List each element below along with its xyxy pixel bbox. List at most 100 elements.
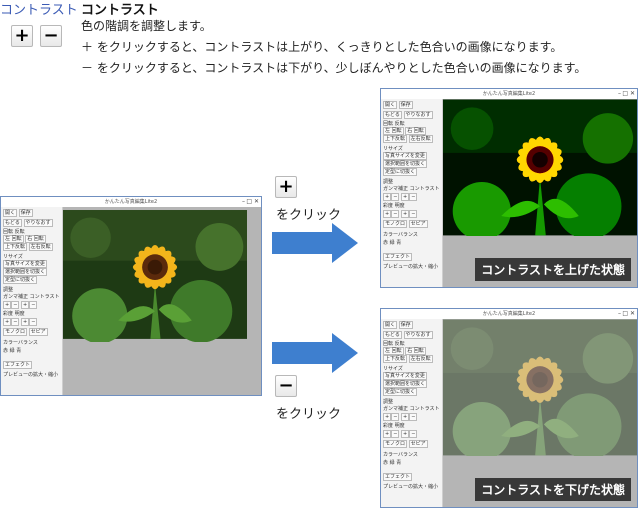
rotate-header: 回転 反転 bbox=[383, 121, 405, 127]
rotate-left-button[interactable]: 左 回転 bbox=[3, 235, 24, 243]
minimize-icon[interactable]: – bbox=[618, 90, 621, 98]
sat-minus-button[interactable]: − bbox=[11, 318, 20, 326]
rotate-left-button[interactable]: 左 回転 bbox=[383, 347, 404, 355]
flip-v-button[interactable]: 上下反転 bbox=[383, 355, 408, 363]
rotate-left-button[interactable]: 左 回転 bbox=[383, 127, 404, 135]
effect-button[interactable]: エフェクト bbox=[383, 473, 413, 481]
sat-plus-button[interactable]: + bbox=[3, 318, 12, 326]
caption-contrast-down: コントラストを下げた状態 bbox=[475, 478, 631, 501]
resize-button[interactable]: 写真サイズを変更 bbox=[3, 260, 47, 268]
close-icon[interactable]: ✕ bbox=[630, 310, 635, 318]
sat-plus-button[interactable]: + bbox=[383, 430, 392, 438]
sat-plus-button[interactable]: + bbox=[383, 210, 392, 218]
blue-label: 青 bbox=[396, 460, 402, 466]
mono-button[interactable]: モノクロ bbox=[383, 440, 408, 448]
bright-plus-button[interactable]: + bbox=[401, 210, 410, 218]
redo-button[interactable]: やりなおす bbox=[403, 111, 433, 119]
close-icon[interactable]: ✕ bbox=[630, 90, 635, 98]
flip-h-button[interactable]: 左右反転 bbox=[408, 355, 433, 363]
preview-zoom-label: プレビューの拡大・縮小 bbox=[383, 264, 439, 270]
gamma-minus-button[interactable]: − bbox=[391, 193, 400, 201]
effect-button[interactable]: エフェクト bbox=[3, 361, 33, 369]
save-button[interactable]: 保存 bbox=[18, 209, 33, 217]
rotate-right-button[interactable]: 右 回転 bbox=[405, 127, 426, 135]
image-area[interactable]: コントラストを上げた状態 bbox=[443, 99, 637, 287]
rotate-right-button[interactable]: 右 回転 bbox=[405, 347, 426, 355]
sepia-button[interactable]: セピア bbox=[408, 220, 428, 228]
description-line-1: 色の階調を調整します。 bbox=[81, 19, 212, 33]
effect-button[interactable]: エフェクト bbox=[383, 253, 413, 261]
open-button[interactable]: 開く bbox=[383, 101, 398, 109]
back-button[interactable]: もどる bbox=[3, 219, 22, 227]
open-button[interactable]: 開く bbox=[383, 321, 398, 329]
redo-button[interactable]: やりなおす bbox=[23, 219, 53, 227]
flip-h-button[interactable]: 左右反転 bbox=[408, 135, 433, 143]
resize-header: リサイズ bbox=[383, 146, 403, 152]
gamma-plus-button[interactable]: + bbox=[383, 193, 392, 201]
minus-button[interactable]: − bbox=[40, 25, 62, 47]
maximize-icon[interactable]: □ bbox=[622, 310, 628, 318]
preview-zoom-label: プレビューの拡大・縮小 bbox=[3, 372, 59, 378]
sat-minus-button[interactable]: − bbox=[391, 210, 400, 218]
gamma-plus-button[interactable]: + bbox=[3, 301, 12, 309]
flip-v-button[interactable]: 上下反転 bbox=[383, 135, 408, 143]
minimize-icon[interactable]: – bbox=[618, 310, 621, 318]
arrow-right-icon bbox=[332, 333, 358, 373]
flip-v-button[interactable]: 上下反転 bbox=[3, 243, 28, 251]
shape-crop-button[interactable]: 定型に切抜く bbox=[383, 388, 418, 396]
contrast-minus-button[interactable]: − bbox=[409, 193, 418, 201]
minus-icon: − bbox=[43, 25, 59, 46]
bright-minus-button[interactable]: − bbox=[409, 430, 418, 438]
bright-plus-button[interactable]: + bbox=[21, 318, 30, 326]
adjust-header: 調整 bbox=[3, 287, 14, 293]
tool-panel: 開く 保存 もどる やりなおす 回転 反転 左 回転 右 回転 上下反転 左右反… bbox=[381, 99, 443, 287]
resize-button[interactable]: 写真サイズを変更 bbox=[383, 152, 427, 160]
resize-button[interactable]: 写真サイズを変更 bbox=[383, 372, 427, 380]
gamma-minus-button[interactable]: − bbox=[391, 413, 400, 421]
arrow-down-body bbox=[272, 342, 332, 364]
shape-crop-button[interactable]: 定型に切抜く bbox=[383, 168, 418, 176]
arrow-right-icon bbox=[332, 223, 358, 263]
contrast-minus-button[interactable]: − bbox=[409, 413, 418, 421]
sepia-button[interactable]: セピア bbox=[28, 328, 48, 336]
back-button[interactable]: もどる bbox=[383, 331, 402, 339]
bright-minus-button[interactable]: − bbox=[409, 210, 418, 218]
flip-h-button[interactable]: 左右反転 bbox=[28, 243, 53, 251]
bright-plus-button[interactable]: + bbox=[401, 430, 410, 438]
gamma-label: ガンマ補正 bbox=[383, 186, 409, 192]
shape-crop-button[interactable]: 定型に切抜く bbox=[3, 276, 38, 284]
preview-zoom-label: プレビューの拡大・縮小 bbox=[383, 484, 439, 490]
open-button[interactable]: 開く bbox=[3, 209, 18, 217]
minimize-icon[interactable]: – bbox=[242, 198, 245, 206]
rotate-right-button[interactable]: 右 回転 bbox=[25, 235, 46, 243]
maximize-icon[interactable]: □ bbox=[622, 90, 628, 98]
back-button[interactable]: もどる bbox=[383, 111, 402, 119]
sepia-button[interactable]: セピア bbox=[408, 440, 428, 448]
contrast-plus-button[interactable]: + bbox=[21, 301, 30, 309]
contrast-minus-button[interactable]: − bbox=[29, 301, 38, 309]
redo-button[interactable]: やりなおす bbox=[403, 331, 433, 339]
window-title: かんたん写真編集Lite2 bbox=[1, 197, 261, 207]
plus-button[interactable]: + bbox=[11, 25, 33, 47]
close-icon[interactable]: ✕ bbox=[254, 198, 259, 206]
image-area[interactable]: コントラストを下げた状態 bbox=[443, 319, 637, 507]
rotate-header: 回転 反転 bbox=[3, 229, 25, 235]
crop-button[interactable]: 選択範囲を切抜く bbox=[383, 380, 428, 388]
adjust-header: 調整 bbox=[383, 399, 394, 405]
image-area[interactable] bbox=[63, 207, 261, 395]
gamma-plus-button[interactable]: + bbox=[383, 413, 392, 421]
bright-minus-button[interactable]: − bbox=[29, 318, 38, 326]
crop-button[interactable]: 選択範囲を切抜く bbox=[3, 268, 48, 276]
save-button[interactable]: 保存 bbox=[398, 321, 413, 329]
save-button[interactable]: 保存 bbox=[398, 101, 413, 109]
crop-button[interactable]: 選択範囲を切抜く bbox=[383, 160, 428, 168]
gamma-minus-button[interactable]: − bbox=[11, 301, 20, 309]
sat-minus-button[interactable]: − bbox=[391, 430, 400, 438]
sunflower-photo-high-contrast bbox=[443, 99, 637, 236]
mono-button[interactable]: モノクロ bbox=[3, 328, 28, 336]
contrast-plus-button[interactable]: + bbox=[401, 413, 410, 421]
maximize-icon[interactable]: □ bbox=[246, 198, 252, 206]
mono-button[interactable]: モノクロ bbox=[383, 220, 408, 228]
contrast-plus-button[interactable]: + bbox=[401, 193, 410, 201]
sunflower-photo bbox=[63, 210, 247, 342]
